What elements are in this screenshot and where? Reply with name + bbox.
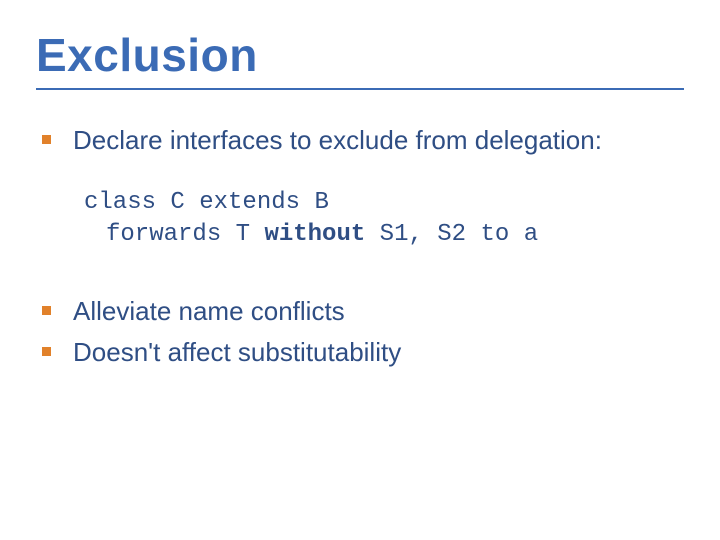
bullet-text: Alleviate name conflicts — [73, 295, 345, 328]
code-text: S1, S2 to a — [365, 221, 538, 248]
bullet-text: Doesn't affect substitutability — [73, 336, 401, 369]
slide: Exclusion Declare interfaces to exclude … — [0, 0, 720, 540]
code-keyword: without — [264, 221, 365, 248]
slide-body: Declare interfaces to exclude from deleg… — [36, 124, 684, 368]
bullet-item: Declare interfaces to exclude from deleg… — [42, 124, 684, 157]
bullet-item: Alleviate name conflicts — [42, 295, 684, 328]
slide-title: Exclusion — [36, 28, 684, 82]
code-block: class C extends B forwards T without S1,… — [84, 187, 684, 252]
bullet-item: Doesn't affect substitutability — [42, 336, 684, 369]
title-rule — [36, 88, 684, 90]
code-line: class C extends B — [84, 187, 684, 219]
square-bullet-icon — [42, 306, 51, 315]
bullet-text: Declare interfaces to exclude from deleg… — [73, 124, 602, 157]
square-bullet-icon — [42, 347, 51, 356]
code-text: forwards T — [106, 221, 264, 248]
square-bullet-icon — [42, 135, 51, 144]
code-line: forwards T without S1, S2 to a — [84, 219, 684, 251]
